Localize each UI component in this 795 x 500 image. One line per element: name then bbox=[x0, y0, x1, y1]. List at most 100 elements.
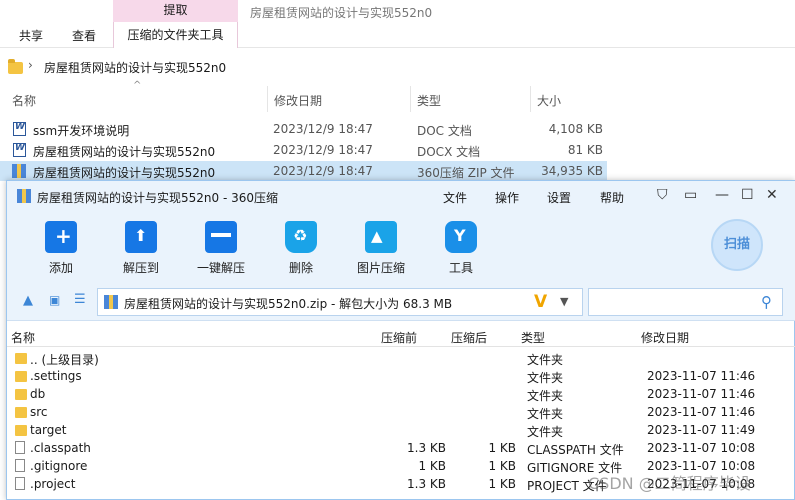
archive-path-field[interactable]: 房屋租赁网站的设计与实现552n0.zip - 解包大小为 68.3 MB V … bbox=[97, 288, 583, 316]
entry-size-before: 1.3 KB bbox=[407, 477, 446, 491]
add-button[interactable]: + 添加 bbox=[31, 221, 91, 276]
one-click-extract-label: 一键解压 bbox=[196, 261, 245, 275]
folder-icon bbox=[15, 353, 27, 364]
archive-search-input[interactable]: ⚲ bbox=[588, 288, 783, 316]
tools-button[interactable]: Y 工具 bbox=[431, 221, 491, 276]
one-click-extract-icon bbox=[205, 221, 237, 253]
entry-size-after: 1 KB bbox=[488, 459, 516, 473]
search-icon[interactable]: ⚲ bbox=[761, 293, 772, 311]
zip-file-icon bbox=[104, 295, 118, 309]
entry-name: .classpath bbox=[30, 441, 91, 455]
one-click-extract-button[interactable]: 一键解压 bbox=[191, 221, 251, 276]
entry-modified: 2023-11-07 11:46 bbox=[647, 387, 756, 401]
delete-label: 删除 bbox=[288, 261, 313, 275]
ribbon-tab-compressed-tools[interactable]: 压缩的文件夹工具 bbox=[113, 22, 238, 48]
menu-file[interactable]: 文件 bbox=[443, 189, 467, 206]
folder-icon bbox=[15, 371, 27, 382]
entry-size-before: 1.3 KB bbox=[407, 441, 446, 455]
extract-to-button[interactable]: ⬆ 解压到 bbox=[111, 221, 171, 276]
archive-window: 房屋租赁网站的设计与实现552n0 - 360压缩 文件 操作 设置 帮助 ⛉ … bbox=[6, 180, 795, 500]
entry-name: .. (上级目录) bbox=[30, 353, 99, 367]
archive-row[interactable]: .classpath 1.3 KB 1 KB CLASSPATH 文件 2023… bbox=[7, 439, 795, 457]
image-compress-label: 图片压缩 bbox=[356, 261, 405, 275]
file-row-selected[interactable]: 房屋租赁网站的设计与实现552n0 2023/12/9 18:47 360压缩 … bbox=[0, 161, 607, 181]
breadcrumb-chevron-icon: › bbox=[28, 58, 33, 72]
entry-name: .settings bbox=[30, 369, 82, 383]
menu-operate[interactable]: 操作 bbox=[495, 189, 519, 206]
file-type: DOC 文档 bbox=[417, 124, 472, 138]
delete-button[interactable]: ♻ 删除 bbox=[271, 221, 331, 276]
entry-name: .project bbox=[30, 477, 76, 491]
archive-row[interactable]: db 文件夹 2023-11-07 11:46 bbox=[7, 385, 795, 403]
entry-name: .gitignore bbox=[30, 459, 88, 473]
archive-row[interactable]: .settings 文件夹 2023-11-07 11:46 bbox=[7, 367, 795, 385]
archive-row[interactable]: target 文件夹 2023-11-07 11:49 bbox=[7, 421, 795, 439]
ribbon-tab-share[interactable]: 共享 bbox=[19, 27, 43, 44]
entry-type: 文件夹 bbox=[527, 353, 564, 367]
col-type[interactable]: 类型 bbox=[521, 329, 545, 346]
sort-up-icon: ^ bbox=[133, 80, 142, 91]
file-name: 房屋租赁网站的设计与实现552n0 bbox=[33, 145, 216, 159]
file-name: ssm开发环境说明 bbox=[33, 124, 130, 138]
file-modified: 2023/12/9 18:47 bbox=[273, 164, 373, 178]
explorer-window-title: 房屋租赁网站的设计与实现552n0 bbox=[250, 6, 433, 20]
thumbnail-view-icon[interactable]: ▣ bbox=[49, 293, 60, 307]
file-modified: 2023/12/9 18:47 bbox=[273, 122, 373, 136]
entry-modified: 2023-11-07 11:46 bbox=[647, 369, 756, 383]
col-compressed-before[interactable]: 压缩前 bbox=[381, 329, 417, 346]
zip-archive-icon bbox=[12, 164, 26, 178]
add-icon: + bbox=[45, 221, 77, 253]
menu-help[interactable]: 帮助 bbox=[600, 189, 624, 206]
zip-app-icon bbox=[17, 189, 31, 203]
file-icon bbox=[15, 441, 25, 454]
ribbon-tab-view[interactable]: 查看 bbox=[72, 27, 96, 44]
column-modified[interactable]: 修改日期 bbox=[274, 92, 322, 109]
extract-to-icon: ⬆ bbox=[125, 221, 157, 253]
archive-window-title: 房屋租赁网站的设计与实现552n0 - 360压缩 bbox=[37, 191, 279, 205]
list-view-icon[interactable]: ☰ bbox=[74, 292, 86, 307]
add-label: 添加 bbox=[48, 261, 73, 275]
entry-type: 文件夹 bbox=[527, 425, 564, 439]
menu-settings[interactable]: 设置 bbox=[547, 189, 571, 206]
entry-name: src bbox=[30, 405, 48, 419]
archive-row-parent[interactable]: .. (上级目录) 文件夹 bbox=[7, 349, 795, 367]
ribbon-context-tab-extract[interactable]: 提取 bbox=[113, 0, 238, 22]
word-doc-icon bbox=[13, 143, 26, 157]
file-modified: 2023/12/9 18:47 bbox=[273, 143, 373, 157]
entry-size-after: 1 KB bbox=[488, 441, 516, 455]
dropdown-chevron-icon[interactable]: ▼ bbox=[560, 295, 568, 308]
file-row[interactable]: ssm开发环境说明 2023/12/9 18:47 DOC 文档 4,108 K… bbox=[0, 119, 607, 139]
file-type: 360压缩 ZIP 文件 bbox=[417, 166, 515, 180]
column-type[interactable]: 类型 bbox=[417, 92, 441, 109]
entry-type: CLASSPATH 文件 bbox=[527, 443, 624, 457]
archive-row[interactable]: src 文件夹 2023-11-07 11:46 bbox=[7, 403, 795, 421]
v-badge-icon[interactable]: V bbox=[534, 292, 547, 312]
entry-size-before: 1 KB bbox=[418, 459, 446, 473]
archive-title-bar[interactable]: 房屋租赁网站的设计与实现552n0 - 360压缩 文件 操作 设置 帮助 ⛉ … bbox=[7, 181, 795, 211]
entry-modified: 2023-11-07 11:46 bbox=[647, 405, 756, 419]
col-modified[interactable]: 修改日期 bbox=[641, 329, 689, 346]
file-row[interactable]: 房屋租赁网站的设计与实现552n0 2023/12/9 18:47 DOCX 文… bbox=[0, 140, 607, 160]
col-compressed-after[interactable]: 压缩后 bbox=[451, 329, 487, 346]
file-type: DOCX 文档 bbox=[417, 145, 481, 159]
entry-type: 文件夹 bbox=[527, 407, 564, 421]
word-doc-icon bbox=[13, 122, 26, 136]
skin-shirt-icon[interactable]: ⛉ bbox=[657, 187, 668, 203]
feedback-icon[interactable]: ▭ bbox=[684, 187, 697, 203]
entry-name: target bbox=[30, 423, 67, 437]
entry-modified: 2023-11-07 10:08 bbox=[647, 441, 756, 455]
up-arrow-icon[interactable]: ▲ bbox=[23, 293, 33, 308]
scan-button[interactable]: 扫描 bbox=[711, 219, 763, 271]
maximize-icon[interactable]: ☐ bbox=[741, 187, 754, 203]
image-compress-button[interactable]: ▲ 图片压缩 bbox=[351, 221, 411, 276]
watermark: CSDN @二简程序毕设 bbox=[588, 474, 751, 493]
column-size[interactable]: 大小 bbox=[537, 92, 561, 109]
minimize-icon[interactable]: — bbox=[715, 187, 729, 203]
entry-type: 文件夹 bbox=[527, 371, 564, 385]
col-name[interactable]: 名称 bbox=[11, 329, 35, 346]
file-name: 房屋租赁网站的设计与实现552n0 bbox=[33, 166, 216, 180]
explorer-address-bar[interactable]: › 房屋租赁网站的设计与实现552n0 bbox=[0, 54, 795, 80]
tools-icon: Y bbox=[445, 221, 477, 253]
column-name[interactable]: 名称 bbox=[12, 92, 36, 109]
close-icon[interactable]: ✕ bbox=[766, 187, 778, 203]
